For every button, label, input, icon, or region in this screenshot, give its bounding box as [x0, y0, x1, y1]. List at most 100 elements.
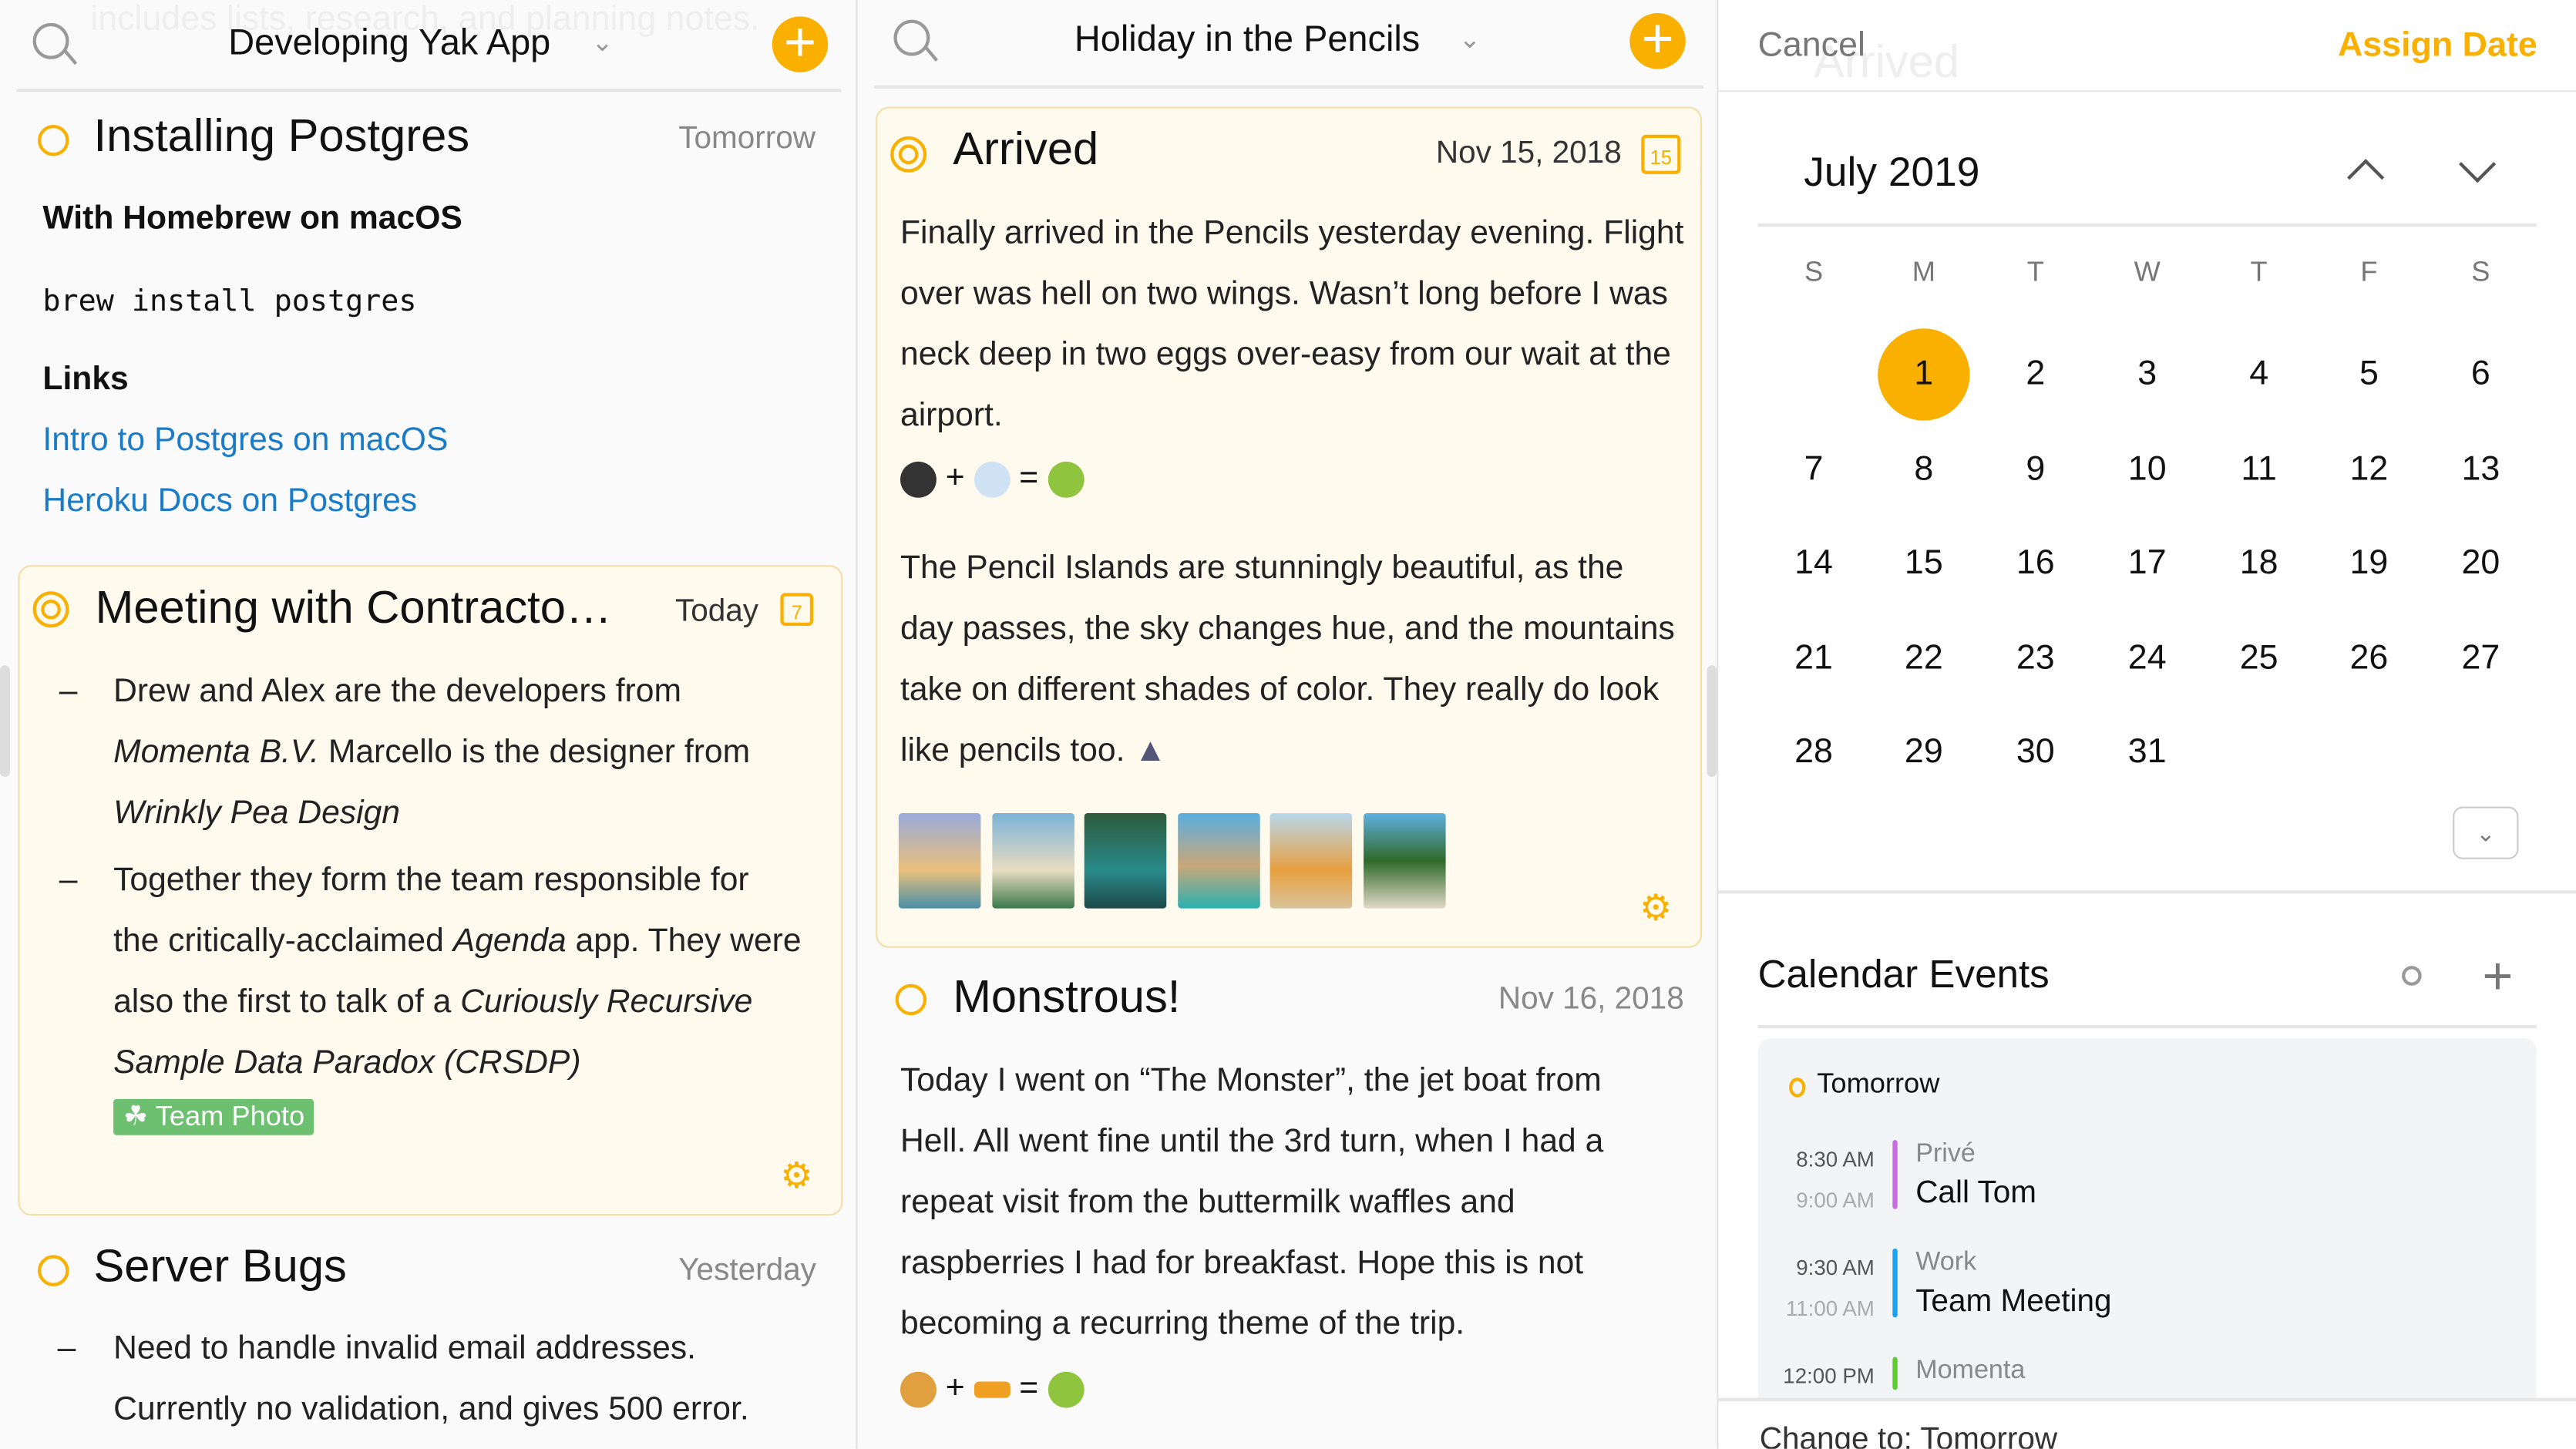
photo-thumbnail[interactable]	[898, 813, 981, 909]
note-date[interactable]: Nov 15, 2018	[1436, 136, 1622, 173]
team-photo-tag[interactable]: ☘ Team Photo	[113, 1098, 314, 1135]
calendar-day[interactable]: 12	[2323, 423, 2415, 515]
chevron-up-icon[interactable]	[2347, 159, 2385, 197]
pancakes-icon	[900, 1371, 937, 1407]
calendar-day[interactable]: 13	[2435, 423, 2527, 515]
scroll-handle[interactable]	[1707, 665, 1717, 778]
calendar-day[interactable]: 29	[1878, 706, 1969, 798]
search-icon[interactable]	[32, 22, 69, 59]
note-card-arrived[interactable]: Arrived Nov 15, 2018 15 Finally arrived …	[876, 106, 1703, 948]
cancel-button[interactable]: Cancel	[1758, 26, 1865, 66]
month-label: July 2019	[1804, 149, 1980, 196]
calendar-day[interactable]: 22	[1878, 612, 1969, 704]
add-note-button[interactable]: +	[772, 15, 829, 72]
options-icon[interactable]	[2402, 966, 2422, 986]
calendar-day[interactable]: 5	[2323, 328, 2415, 420]
calendar-day[interactable]: 26	[2323, 612, 2415, 704]
emoji-equation: + =	[900, 460, 1084, 498]
note-title[interactable]: Installing Postgres	[93, 110, 469, 163]
code-line: brew install postgres	[42, 284, 417, 319]
calendar-day[interactable]: 14	[1767, 517, 1859, 609]
scroll-handle[interactable]	[0, 665, 10, 778]
calendar-day[interactable]: 4	[2213, 328, 2305, 420]
calendar-day[interactable]: 9	[1989, 423, 2081, 515]
add-event-button[interactable]: +	[2483, 946, 2514, 1007]
link-intro-postgres[interactable]: Intro to Postgres on macOS	[42, 422, 448, 460]
bullet-text-2: Together they form the team responsible …	[113, 851, 803, 1094]
calendar-day[interactable]: 23	[1989, 612, 2081, 704]
photo-thumbnail[interactable]	[1084, 813, 1167, 909]
chevron-down-icon[interactable]	[2459, 146, 2497, 183]
note-status-icon[interactable]	[890, 136, 927, 173]
calendar-day[interactable]: 27	[2435, 612, 2527, 704]
photo-thumbnail[interactable]	[1270, 813, 1353, 909]
calendar-day[interactable]: 17	[2101, 517, 2193, 609]
event-title[interactable]: Call Tom	[1915, 1176, 2036, 1212]
calendar-day[interactable]: 15	[1878, 517, 1969, 609]
photo-thumbnail[interactable]	[1364, 813, 1446, 909]
change-to-button[interactable]: Change to: Tomorrow	[1760, 1423, 2057, 1449]
project-title[interactable]: Developing Yak App	[228, 22, 550, 64]
calendar-day[interactable]: 16	[1989, 517, 2081, 609]
gear-icon[interactable]: ⚙	[1639, 887, 1672, 930]
calendar-day[interactable]: 30	[1989, 706, 2081, 798]
calendar-day[interactable]: 19	[2323, 517, 2415, 609]
note-card-meeting[interactable]: Meeting with Contracto… Today 7 – Drew a…	[18, 565, 843, 1216]
calendar-day[interactable]: 8	[1878, 423, 1969, 515]
calendar-day[interactable]: 3	[2101, 328, 2193, 420]
calendar-day[interactable]: 24	[2101, 612, 2193, 704]
calendar-day[interactable]: 31	[2101, 706, 2193, 798]
calendar-day[interactable]: 20	[2435, 517, 2527, 609]
calendar-badge-icon[interactable]: 7	[780, 593, 814, 627]
add-note-button[interactable]: +	[1629, 12, 1686, 69]
equals-sign: =	[1019, 459, 1039, 496]
event-color-bar	[1892, 1357, 1898, 1390]
bullet-text-1: Drew and Alex are the developers from Mo…	[113, 662, 803, 845]
note-title[interactable]: Monstrous!	[953, 971, 1180, 1024]
photo-thumbnail[interactable]	[1178, 813, 1260, 909]
nauseated-face-icon	[1048, 461, 1084, 498]
project-title[interactable]: Holiday in the Pencils	[1074, 18, 1420, 60]
event-start-time: 12:00 PM	[1783, 1363, 1875, 1389]
frying-pan-icon	[900, 461, 937, 498]
note-title[interactable]: Server Bugs	[93, 1240, 346, 1293]
calendar-day[interactable]: 1	[1878, 328, 1970, 421]
event-title[interactable]: Team Meeting	[1915, 1285, 2111, 1321]
note-date[interactable]: Nov 16, 2018	[1498, 983, 1684, 1019]
note-date[interactable]: Tomorrow	[678, 122, 816, 158]
note-status-icon[interactable]	[895, 983, 927, 1016]
note-heading: With Homebrew on macOS	[42, 200, 462, 237]
calendar-day[interactable]: 11	[2213, 423, 2305, 515]
note-date[interactable]: Yesterday	[678, 1253, 816, 1289]
photo-thumbnail[interactable]	[992, 813, 1074, 909]
calendar-day[interactable]: 10	[2101, 423, 2193, 515]
gear-icon[interactable]: ⚙	[780, 1155, 812, 1197]
note-status-icon[interactable]	[38, 124, 69, 156]
search-icon[interactable]	[893, 19, 930, 56]
text: Drew and Alex are the developers from	[113, 673, 681, 710]
paragraph: The Pencil Islands are stunningly beauti…	[900, 539, 1686, 782]
event-end-time: 11:00 AM	[1785, 1296, 1875, 1321]
text: The Pencil Islands are stunningly beauti…	[900, 550, 1675, 769]
footer-divider	[1718, 1397, 2576, 1402]
weekday-label: F	[2360, 256, 2378, 287]
calendar-day[interactable]: 21	[1767, 612, 1859, 704]
collapse-button[interactable]: ⌄	[2453, 806, 2519, 859]
chevron-down-icon[interactable]: ⌄	[1459, 23, 1481, 56]
middle-column: Holiday in the Pencils ⌄ + Arrived Nov 1…	[857, 0, 1717, 1449]
calendar-day[interactable]: 6	[2435, 328, 2527, 420]
note-date[interactable]: Today	[675, 595, 758, 631]
note-status-icon[interactable]	[38, 1255, 69, 1286]
bullet-1: –	[59, 673, 78, 710]
weekday-label: T	[2250, 256, 2268, 287]
note-status-icon[interactable]	[32, 591, 69, 628]
calendar-badge-icon[interactable]: 15	[1641, 134, 1681, 174]
calendar-day[interactable]: 28	[1767, 706, 1859, 798]
assign-date-button[interactable]: Assign Date	[2338, 26, 2537, 66]
chevron-down-icon[interactable]: ⌄	[591, 26, 614, 59]
calendar-day[interactable]: 18	[2213, 517, 2305, 609]
calendar-day[interactable]: 2	[1989, 328, 2081, 420]
link-heroku-docs[interactable]: Heroku Docs on Postgres	[42, 483, 417, 521]
calendar-day[interactable]: 25	[2213, 612, 2305, 704]
calendar-day[interactable]: 7	[1767, 423, 1859, 515]
